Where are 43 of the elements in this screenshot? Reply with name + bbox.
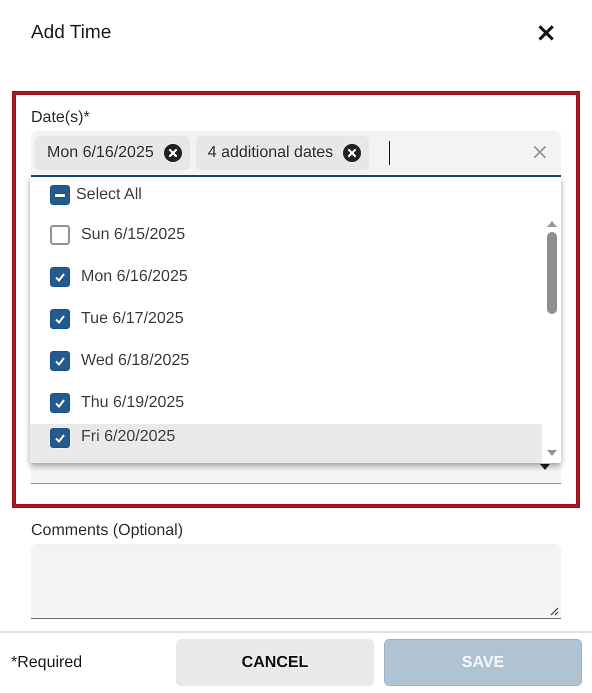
- close-button[interactable]: ×: [531, 20, 561, 46]
- option-row[interactable]: Tue 6/17/2025: [30, 298, 542, 340]
- checkbox[interactable]: [50, 392, 70, 413]
- dialog-button[interactable]: CANCEL: [176, 639, 374, 686]
- scroll-up-icon: [546, 220, 558, 228]
- option-row[interactable]: Select All: [30, 176, 561, 214]
- option-row[interactable]: Sun 6/15/2025: [30, 214, 542, 256]
- check-icon: [54, 312, 66, 325]
- text-cursor: [389, 140, 390, 165]
- field-label: Date(s)*: [31, 108, 91, 127]
- checkbox[interactable]: [50, 428, 70, 448]
- chip-label: Mon 6/16/2025: [47, 144, 154, 162]
- chip-label: 4 additional dates: [208, 144, 334, 162]
- option-row[interactable]: Thu 6/19/2025: [30, 382, 542, 424]
- option-label: Fri 6/20/2025: [81, 428, 176, 446]
- check-icon: [54, 270, 66, 283]
- option-label: Mon 6/16/2025: [81, 268, 188, 286]
- option-label: Select All: [76, 186, 142, 204]
- option-label: Sun 6/15/2025: [81, 226, 186, 244]
- check-icon: [54, 396, 66, 409]
- field-label: Comments (Optional): [31, 522, 184, 540]
- checkbox[interactable]: [50, 350, 70, 371]
- check-icon: [54, 432, 66, 444]
- option-row[interactable]: Fri 6/20/2025: [30, 424, 542, 463]
- option-label: Thu 6/19/2025: [81, 394, 184, 412]
- checkbox[interactable]: [50, 266, 70, 287]
- option-label: Wed 6/18/2025: [81, 352, 190, 370]
- checkbox[interactable]: [50, 308, 70, 329]
- checkbox[interactable]: [50, 185, 70, 206]
- remove-icon[interactable]: [164, 144, 182, 162]
- dropdown-arrow-icon: [539, 462, 551, 471]
- resize-handle-icon: [549, 606, 559, 616]
- dialog-title: Add Time: [31, 22, 112, 44]
- remove-icon[interactable]: [343, 144, 362, 162]
- scrollbar-thumb[interactable]: [546, 232, 556, 314]
- checkbox[interactable]: [50, 224, 70, 245]
- date-select-field[interactable]: Mon 6/16/2025 4 additional dates ×: [31, 130, 561, 177]
- option-label: Tue 6/17/2025: [81, 310, 184, 328]
- option-row[interactable]: Wed 6/18/2025: [30, 340, 542, 382]
- check-icon: [54, 354, 66, 367]
- option-row[interactable]: Mon 6/16/2025: [30, 256, 542, 298]
- scroll-down-icon: [546, 448, 558, 457]
- required-note: *Required: [11, 654, 84, 672]
